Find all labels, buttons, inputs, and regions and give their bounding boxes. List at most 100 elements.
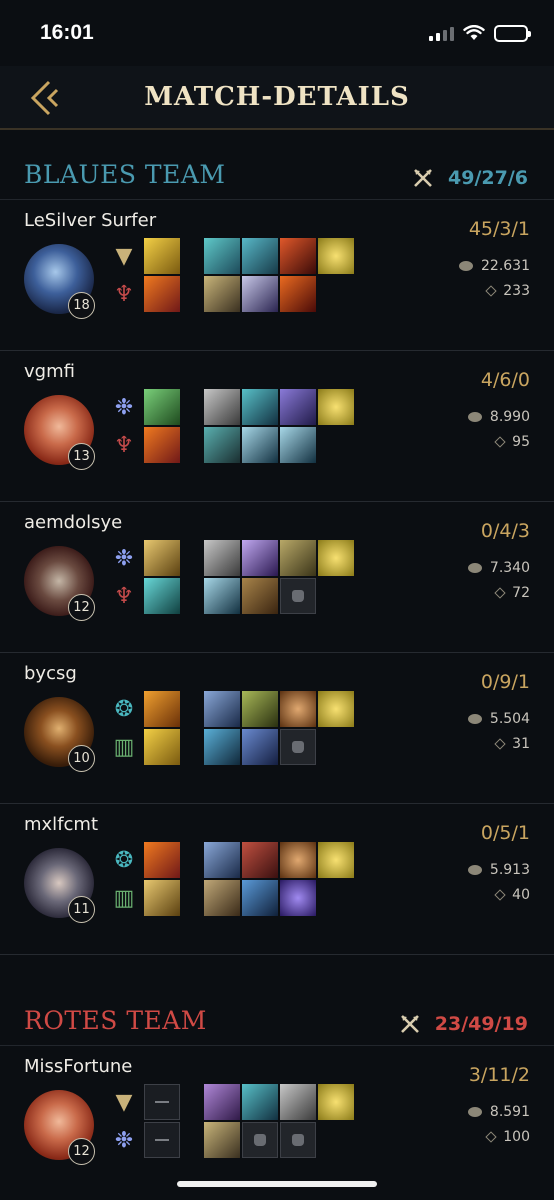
item-icon — [242, 842, 278, 878]
status-icons — [429, 24, 531, 42]
player-stats: 3/11/2 8.591 100 — [467, 1064, 530, 1149]
blue-team-score: 49/27/6 — [448, 167, 528, 189]
item-build — [204, 540, 354, 614]
player-row[interactable]: mxlfcmt 11 ❂ ▥ 0/5/1 5.913 40 — [0, 804, 554, 955]
ignite-spell-icon — [144, 842, 180, 878]
item-icon — [204, 880, 240, 916]
item-icon — [204, 1122, 240, 1158]
inspiration-rune-icon: ❂ — [114, 847, 134, 873]
home-indicator[interactable] — [177, 1181, 377, 1187]
barrier-spell-icon — [144, 880, 180, 916]
signal-icon — [429, 25, 454, 41]
empty-item-slot-icon — [280, 729, 316, 765]
runes-and-spells: ▼ ♆ — [106, 238, 180, 312]
player-row[interactable]: vgmfi 13 ❉ ♆ 4/6/0 8.990 95 — [0, 351, 554, 502]
champion-level-badge: 11 — [68, 896, 95, 923]
item-icon — [204, 691, 240, 727]
barrier-spell-icon — [144, 540, 180, 576]
precision-rune-icon: ▼ — [115, 243, 133, 269]
team-divider-gap — [0, 955, 554, 990]
back-button[interactable] — [24, 78, 64, 118]
item-icon — [280, 691, 316, 727]
player-stats: 4/6/0 8.990 95 — [467, 369, 530, 454]
trinket-icon — [318, 238, 354, 274]
header: MATCH-DETAILS — [0, 66, 554, 130]
champion-level-badge: 12 — [68, 594, 95, 621]
item-icon — [280, 427, 316, 463]
smite-spell-icon — [144, 691, 180, 727]
minion-cs-icon — [494, 737, 506, 750]
ignite-spell-icon — [144, 427, 180, 463]
battery-icon — [494, 24, 531, 42]
item-icon — [242, 389, 278, 425]
item-build — [204, 691, 354, 765]
player-kda: 0/9/1 — [480, 671, 530, 693]
item-icon — [242, 540, 278, 576]
item-icon — [204, 540, 240, 576]
gold-coin-icon — [459, 260, 473, 271]
precision-rune-icon: ▼ — [115, 1089, 133, 1115]
item-icon — [204, 238, 240, 274]
player-name: MissFortune — [24, 1056, 133, 1077]
gold-coin-icon — [467, 562, 482, 573]
item-icon — [280, 540, 316, 576]
player-name: mxlfcmt — [24, 814, 99, 835]
item-icon — [204, 389, 240, 425]
player-row[interactable]: LeSilver Surfer 18 ▼ ♆ 45/3/1 22.631 233 — [0, 200, 554, 351]
minion-cs-icon — [485, 1130, 497, 1143]
domination-rune-icon: ♆ — [114, 583, 134, 609]
page-title: MATCH-DETAILS — [144, 82, 410, 112]
champion-level-badge: 13 — [68, 443, 95, 470]
player-row[interactable]: aemdolsye 12 ❉ ♆ 0/4/3 7.340 72 — [0, 502, 554, 653]
gold-coin-icon — [467, 1106, 482, 1117]
item-icon — [280, 1084, 316, 1120]
back-chevron-icon — [30, 80, 59, 116]
blue-team-name: BLAUES TEAM — [24, 160, 226, 189]
blue-team-header: BLAUES TEAM 49/27/6 — [0, 130, 554, 200]
ignite-spell-icon — [144, 276, 180, 312]
runes-and-spells: ❉ ♆ — [106, 389, 180, 463]
item-build — [204, 389, 354, 463]
status-time: 16:01 — [40, 21, 94, 44]
player-name: aemdolsye — [24, 512, 123, 533]
red-team-header: ROTES TEAM 23/49/19 — [0, 990, 554, 1046]
minion-cs-icon — [494, 586, 506, 599]
domination-rune-icon: ♆ — [114, 432, 134, 458]
sorcery-rune-icon: ❉ — [114, 1127, 134, 1153]
minion-cs-icon — [494, 435, 506, 448]
red-team-list: MissFortune 12 ▼ ❉ 3/11/2 8.591 100 — [0, 1046, 554, 1197]
trinket-icon — [318, 389, 354, 425]
empty-item-slot-icon — [280, 1122, 316, 1158]
player-kda: 0/4/3 — [480, 520, 530, 542]
red-team-name: ROTES TEAM — [24, 1006, 207, 1035]
flash-spell-icon — [144, 729, 180, 765]
item-icon — [204, 729, 240, 765]
item-icon — [242, 238, 278, 274]
red-team-score: 23/49/19 — [434, 1013, 528, 1035]
player-gold: 5.913 — [489, 861, 530, 878]
player-row[interactable]: MissFortune 12 ▼ ❉ 3/11/2 8.591 100 — [0, 1046, 554, 1197]
blue-team-score-group: 49/27/6 — [412, 167, 528, 189]
player-kda: 0/5/1 — [480, 822, 530, 844]
domination-rune-icon: ♆ — [114, 281, 134, 307]
minion-cs-icon — [494, 888, 506, 901]
sorcery-rune-icon: ❉ — [114, 394, 134, 420]
sorcery-rune-icon: ❉ — [114, 545, 134, 571]
empty-item-slot-icon — [242, 1122, 278, 1158]
gold-coin-icon — [467, 713, 482, 724]
flash-spell-icon — [144, 238, 180, 274]
player-row[interactable]: bycsg 10 ❂ ▥ 0/9/1 5.504 31 — [0, 653, 554, 804]
item-build — [204, 1084, 354, 1158]
empty-spell-slot-icon — [144, 1122, 180, 1158]
player-name: LeSilver Surfer — [24, 210, 157, 231]
item-icon — [280, 238, 316, 274]
item-icon — [242, 276, 278, 312]
empty-spell-slot-icon — [144, 1084, 180, 1120]
minion-cs-icon — [485, 284, 497, 297]
item-build — [204, 238, 354, 312]
trinket-icon — [318, 1084, 354, 1120]
heal-spell-icon — [144, 389, 180, 425]
runes-and-spells: ❂ ▥ — [106, 842, 180, 916]
item-icon — [242, 578, 278, 614]
player-gold: 8.591 — [489, 1103, 530, 1120]
